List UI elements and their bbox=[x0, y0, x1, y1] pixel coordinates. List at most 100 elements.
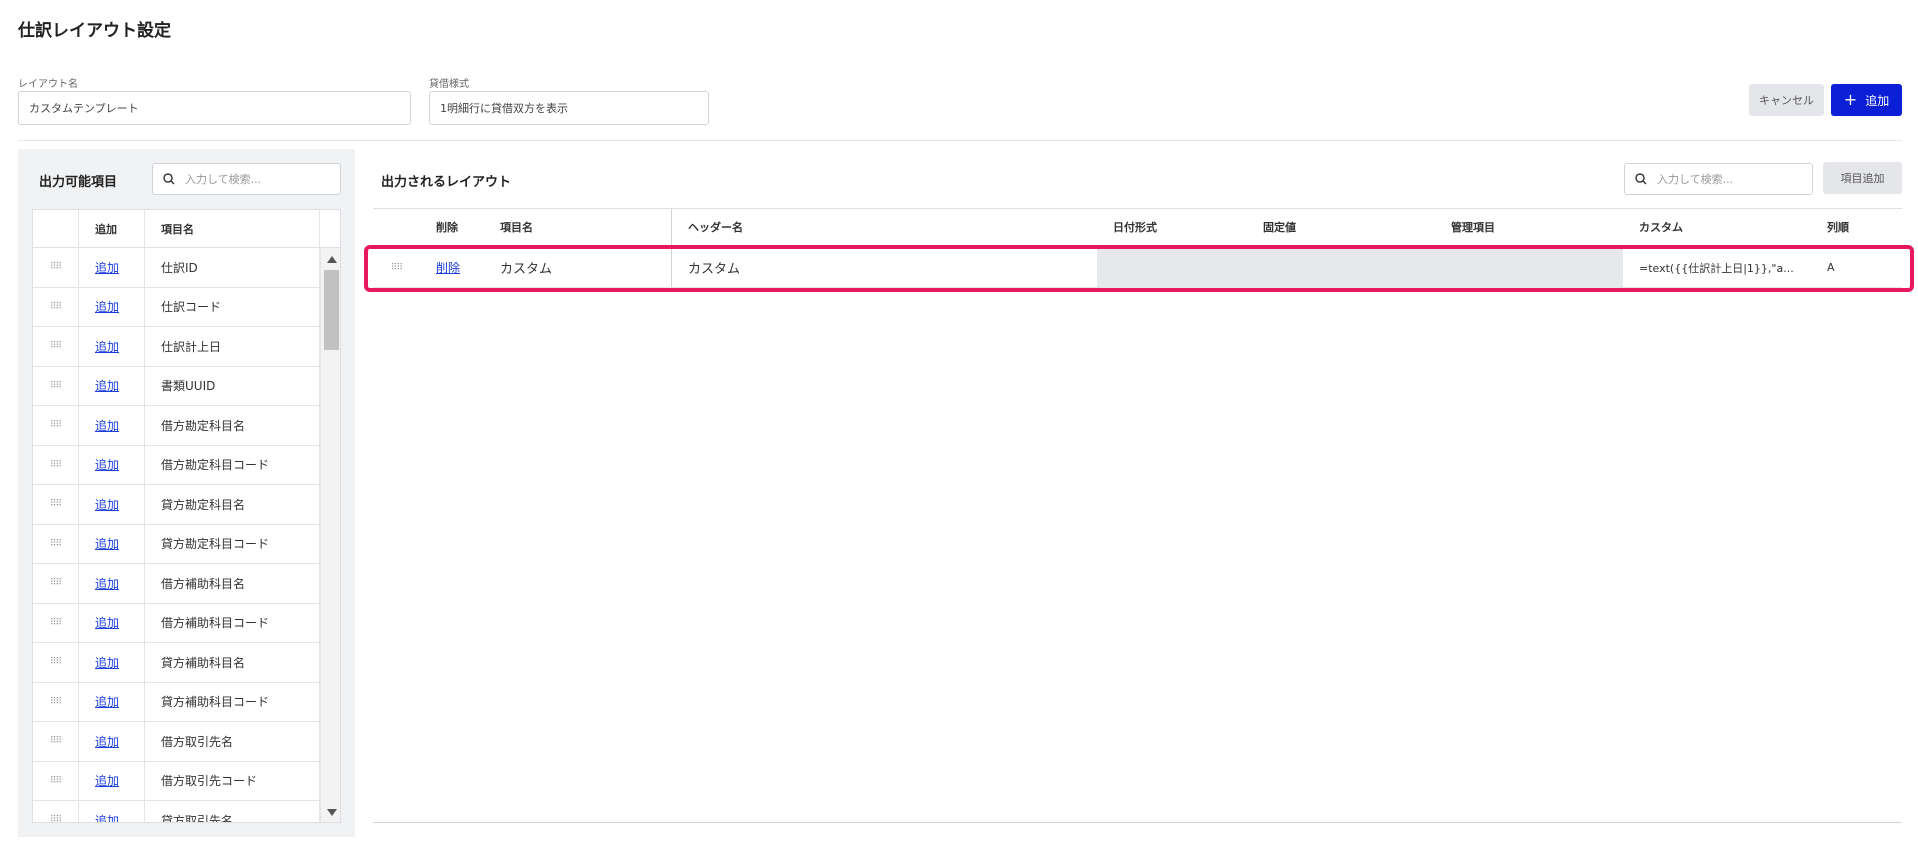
add-link[interactable]: 追加 bbox=[95, 338, 119, 355]
item-name: 借方取引先名 bbox=[145, 722, 320, 761]
column-order-cell: A bbox=[1827, 261, 1835, 274]
list-item[interactable]: ⠿⠿ 追加 仕訳ID bbox=[33, 248, 320, 288]
list-item[interactable]: ⠿⠿ 追加 貸方勘定科目名 bbox=[33, 485, 320, 525]
scrollbar[interactable] bbox=[320, 248, 340, 822]
drag-handle-icon[interactable]: ⠿⠿ bbox=[33, 761, 79, 800]
delete-link[interactable]: 削除 bbox=[436, 259, 460, 276]
list-item[interactable]: ⠿⠿ 追加 借方取引先コード bbox=[33, 761, 320, 801]
add-link[interactable]: 追加 bbox=[95, 417, 119, 434]
list-item[interactable]: ⠿⠿ 追加 貸方取引先名 bbox=[33, 801, 320, 822]
name-column-header: 項目名 bbox=[145, 210, 320, 247]
item-add-button[interactable]: 項目追加 bbox=[1823, 162, 1902, 194]
item-name: 仕訳ID bbox=[145, 248, 320, 287]
item-name: 借方補助科目名 bbox=[145, 564, 320, 603]
list-item[interactable]: ⠿⠿ 追加 借方補助科目コード bbox=[33, 603, 320, 643]
debit-credit-label: 貸借様式 bbox=[429, 79, 469, 90]
header-name-input[interactable]: カスタム bbox=[672, 248, 1097, 287]
drag-handle-icon[interactable]: ⠿⠿ bbox=[373, 248, 420, 287]
output-layout-table: 削除 項目名 ヘッダー名 日付形式 固定値 管理項目 カスタム 列順 ⠿⠿ 削除… bbox=[373, 208, 1902, 288]
item-name: 貸方補助科目名 bbox=[145, 643, 320, 682]
layout-name-label: レイアウト名 bbox=[18, 79, 78, 90]
drag-handle-icon[interactable]: ⠿⠿ bbox=[33, 643, 79, 682]
table-header: 追加 項目名 bbox=[33, 210, 340, 248]
management-cell bbox=[1435, 248, 1623, 287]
add-link[interactable]: 追加 bbox=[95, 693, 119, 710]
search-icon bbox=[163, 173, 175, 185]
item-name-cell: カスタム bbox=[484, 248, 672, 287]
item-name: 借方勘定科目コード bbox=[145, 445, 320, 484]
drag-handle-icon[interactable]: ⠿⠿ bbox=[33, 801, 79, 822]
list-item[interactable]: ⠿⠿ 追加 借方補助科目名 bbox=[33, 564, 320, 604]
add-link[interactable]: 追加 bbox=[95, 772, 119, 789]
drag-handle-icon[interactable]: ⠿⠿ bbox=[33, 248, 79, 287]
handle-column-header bbox=[373, 209, 420, 245]
table-row[interactable]: ⠿⠿ 削除 カスタム カスタム =text({{仕訳計上日|1}},"a... … bbox=[373, 248, 1902, 288]
list-item[interactable]: ⠿⠿ 追加 書類UUID bbox=[33, 366, 320, 406]
available-items-title: 出力可能項目 bbox=[39, 175, 118, 190]
scroll-thumb[interactable] bbox=[324, 270, 339, 350]
available-items-panel: 出力可能項目 入力して検索... 追加 項目名 ⠿⠿ 追加 仕訳ID ⠿⠿ 追加 仕訳コー… bbox=[18, 149, 355, 837]
drag-handle-icon[interactable]: ⠿⠿ bbox=[33, 366, 79, 405]
list-item[interactable]: ⠿⠿ 追加 貸方補助科目名 bbox=[33, 643, 320, 683]
available-items-table: 追加 項目名 ⠿⠿ 追加 仕訳ID ⠿⠿ 追加 仕訳コード ⠿⠿ 追加 仕訳計上日 ⠿⠿ 追加 書類U… bbox=[32, 209, 341, 823]
item-name: 借方勘定科目名 bbox=[145, 406, 320, 445]
list-item[interactable]: ⠿⠿ 追加 仕訳計上日 bbox=[33, 327, 320, 367]
layout-name-field[interactable]: カスタムテンプレート bbox=[18, 91, 411, 125]
add-link[interactable]: 追加 bbox=[95, 259, 119, 276]
header-name-column-header: ヘッダー名 bbox=[688, 221, 743, 234]
cancel-button[interactable]: キャンセル bbox=[1749, 84, 1824, 116]
drag-handle-icon[interactable]: ⠿⠿ bbox=[33, 287, 79, 326]
page-title: 仕訳レイアウト設定 bbox=[18, 21, 171, 41]
debit-credit-select[interactable]: 1明細行に貸借双方を表示 bbox=[429, 91, 709, 125]
table-bottom-line bbox=[373, 822, 1902, 823]
scroll-up-arrow-icon[interactable] bbox=[327, 256, 337, 263]
list-item[interactable]: ⠿⠿ 追加 貸方補助科目コード bbox=[33, 682, 320, 722]
add-link[interactable]: 追加 bbox=[95, 535, 119, 552]
date-format-cell bbox=[1097, 248, 1247, 287]
add-link[interactable]: 追加 bbox=[95, 298, 119, 315]
add-link[interactable]: 追加 bbox=[95, 456, 119, 473]
item-name: 借方取引先コード bbox=[145, 761, 320, 800]
item-name: 書類UUID bbox=[145, 366, 320, 405]
item-name: 貸方補助科目コード bbox=[145, 682, 320, 721]
list-item[interactable]: ⠿⠿ 追加 仕訳コード bbox=[33, 287, 320, 327]
add-button-label: 追加 bbox=[1865, 93, 1890, 108]
available-items-search-input[interactable]: 入力して検索... bbox=[152, 163, 341, 195]
drag-handle-icon[interactable]: ⠿⠿ bbox=[33, 722, 79, 761]
name-column-header: 項目名 bbox=[484, 209, 672, 245]
delete-column-header: 削除 bbox=[436, 221, 458, 234]
drag-handle-icon[interactable]: ⠿⠿ bbox=[33, 445, 79, 484]
add-link[interactable]: 追加 bbox=[95, 654, 119, 671]
drag-handle-icon[interactable]: ⠿⠿ bbox=[33, 406, 79, 445]
divider bbox=[18, 140, 1902, 141]
list-item[interactable]: ⠿⠿ 追加 借方勘定科目コード bbox=[33, 445, 320, 485]
add-link[interactable]: 追加 bbox=[95, 733, 119, 750]
drag-handle-icon[interactable]: ⠿⠿ bbox=[33, 603, 79, 642]
drag-handle-icon[interactable]: ⠿⠿ bbox=[33, 485, 79, 524]
add-link[interactable]: 追加 bbox=[95, 496, 119, 513]
fixed-value-cell bbox=[1247, 248, 1435, 287]
output-layout-search-input[interactable]: 入力して検索... bbox=[1624, 163, 1813, 195]
order-column-header: 列順 bbox=[1827, 221, 1849, 234]
list-item[interactable]: ⠿⠿ 追加 借方取引先名 bbox=[33, 722, 320, 762]
add-link[interactable]: 追加 bbox=[95, 812, 119, 822]
add-column-header: 追加 bbox=[79, 210, 145, 247]
add-link[interactable]: 追加 bbox=[95, 614, 119, 631]
item-name: 借方補助科目コード bbox=[145, 603, 320, 642]
output-layout-title: 出力されるレイアウト bbox=[381, 175, 512, 190]
custom-formula-input[interactable]: =text({{仕訳計上日|1}},"a... bbox=[1639, 260, 1794, 276]
drag-handle-icon[interactable]: ⠿⠿ bbox=[33, 327, 79, 366]
drag-handle-icon[interactable]: ⠿⠿ bbox=[33, 564, 79, 603]
add-button[interactable]: + 追加 bbox=[1831, 84, 1902, 116]
date-format-column-header: 日付形式 bbox=[1113, 221, 1157, 234]
list-item[interactable]: ⠿⠿ 追加 貸方勘定科目コード bbox=[33, 524, 320, 564]
add-link[interactable]: 追加 bbox=[95, 377, 119, 394]
search-placeholder: 入力して検索... bbox=[185, 173, 262, 186]
drag-handle-icon[interactable]: ⠿⠿ bbox=[33, 682, 79, 721]
scroll-down-arrow-icon[interactable] bbox=[327, 809, 337, 816]
add-link[interactable]: 追加 bbox=[95, 575, 119, 592]
search-icon bbox=[1635, 173, 1647, 185]
item-name: 貸方勘定科目コード bbox=[145, 524, 320, 563]
list-item[interactable]: ⠿⠿ 追加 借方勘定科目名 bbox=[33, 406, 320, 446]
drag-handle-icon[interactable]: ⠿⠿ bbox=[33, 524, 79, 563]
